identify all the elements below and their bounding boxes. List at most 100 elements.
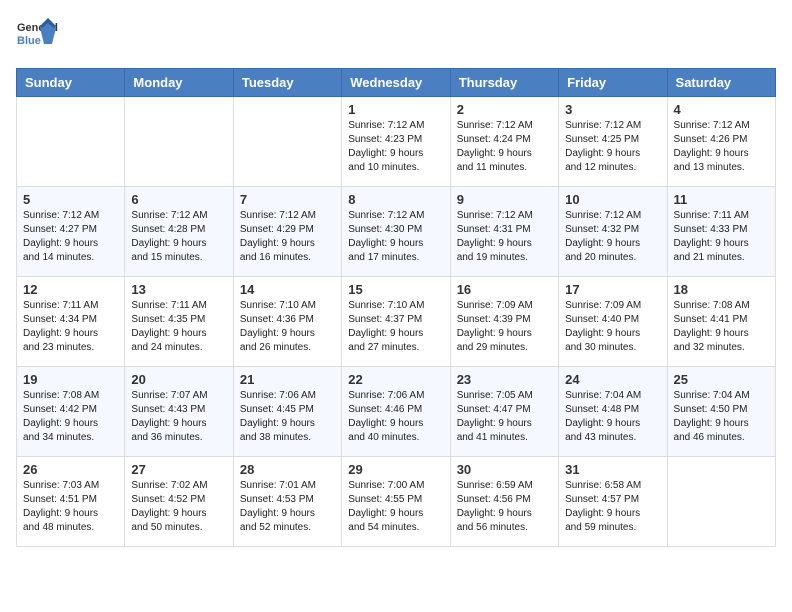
calendar-cell: 6Sunrise: 7:12 AM Sunset: 4:28 PM Daylig… bbox=[125, 187, 233, 277]
day-info: Sunrise: 7:12 AM Sunset: 4:32 PM Dayligh… bbox=[565, 209, 660, 265]
svg-text:Blue: Blue bbox=[17, 35, 41, 47]
day-info: Sunrise: 7:09 AM Sunset: 4:39 PM Dayligh… bbox=[457, 299, 552, 355]
calendar-cell: 3 Sunrise: 7:12 AM Sunset: 4:25 PM Daylig… bbox=[559, 97, 667, 187]
day-number: 28 bbox=[240, 462, 335, 477]
day-info: Sunrise: 7:02 AM Sunset: 4:52 PM Dayligh… bbox=[131, 479, 226, 535]
day-info: Sunrise: 7:00 AM Sunset: 4:55 PM Dayligh… bbox=[348, 479, 443, 535]
day-info: Sunrise: 7:06 AM Sunset: 4:46 PM Dayligh… bbox=[348, 389, 443, 445]
weekday-header-sunday: Sunday bbox=[17, 69, 125, 97]
day-number: 1 bbox=[348, 102, 443, 117]
day-info: Sunrise: 7:06 AM Sunset: 4:45 PM Dayligh… bbox=[240, 389, 335, 445]
day-info: Sunrise: 7:12 AM Sunset: 4:27 PM Dayligh… bbox=[23, 209, 118, 265]
calendar-cell: 18 Sunrise: 7:08 AM Sunset: 4:41 PM Dayli… bbox=[667, 277, 775, 367]
calendar-cell: 9 Sunrise: 7:12 AM Sunset: 4:31 PM Daylig… bbox=[450, 187, 558, 277]
calendar-cell: 14 Sunrise: 7:10 AM Sunset: 4:36 PM Dayli… bbox=[233, 277, 341, 367]
day-number: 30 bbox=[457, 462, 552, 477]
day-number: 21 bbox=[240, 372, 335, 387]
day-info: Sunrise: 7:08 AM Sunset: 4:41 PM Dayligh… bbox=[674, 299, 769, 355]
calendar-cell: 12 Sunrise: 7:11 AM Sunset: 4:34 PM Dayli… bbox=[17, 277, 125, 367]
calendar-week-1: 1 Sunrise: 7:12 AM Sunset: 4:23 PM Daylig… bbox=[17, 97, 776, 187]
day-number: 4 bbox=[674, 102, 769, 117]
day-number: 18 bbox=[674, 282, 769, 297]
day-info: Sunrise: 7:12 AM Sunset: 4:25 PM Dayligh… bbox=[565, 119, 660, 175]
day-number: 24 bbox=[565, 372, 660, 387]
calendar-cell: 24 Sunrise: 7:04 AM Sunset: 4:48 PM Dayli… bbox=[559, 367, 667, 457]
day-info: Sunrise: 7:12 AM Sunset: 4:29 PM Dayligh… bbox=[240, 209, 335, 265]
day-number: 20 bbox=[131, 372, 226, 387]
calendar-cell: 10 Sunrise: 7:12 AM Sunset: 4:32 PM Dayli… bbox=[559, 187, 667, 277]
day-info: Sunrise: 7:04 AM Sunset: 4:48 PM Dayligh… bbox=[565, 389, 660, 445]
calendar-cell: 28 Sunrise: 7:01 AM Sunset: 4:53 PM Dayli… bbox=[233, 457, 341, 547]
day-info: Sunrise: 7:12 AM Sunset: 4:23 PM Dayligh… bbox=[348, 119, 443, 175]
day-info: Sunrise: 7:05 AM Sunset: 4:47 PM Dayligh… bbox=[457, 389, 552, 445]
day-number: 16 bbox=[457, 282, 552, 297]
calendar-cell: 19 Sunrise: 7:08 AM Sunset: 4:42 PM Dayli… bbox=[17, 367, 125, 457]
calendar-cell: 23 Sunrise: 7:05 AM Sunset: 4:47 PM Dayli… bbox=[450, 367, 558, 457]
day-number: 8 bbox=[348, 192, 443, 207]
calendar-cell bbox=[233, 97, 341, 187]
calendar-cell: 17 Sunrise: 7:09 AM Sunset: 4:40 PM Dayli… bbox=[559, 277, 667, 367]
day-number: 17 bbox=[565, 282, 660, 297]
day-info: Sunrise: 7:12 AM Sunset: 4:26 PM Dayligh… bbox=[674, 119, 769, 175]
day-number: 3 bbox=[565, 102, 660, 117]
calendar-cell bbox=[667, 457, 775, 547]
weekday-header-wednesday: Wednesday bbox=[342, 69, 450, 97]
day-info: Sunrise: 6:59 AM Sunset: 4:56 PM Dayligh… bbox=[457, 479, 552, 535]
day-info: Sunrise: 7:09 AM Sunset: 4:40 PM Dayligh… bbox=[565, 299, 660, 355]
calendar-cell: 30 Sunrise: 6:59 AM Sunset: 4:56 PM Dayli… bbox=[450, 457, 558, 547]
day-number: 27 bbox=[131, 462, 226, 477]
day-number: 23 bbox=[457, 372, 552, 387]
calendar-cell: 21 Sunrise: 7:06 AM Sunset: 4:45 PM Dayli… bbox=[233, 367, 341, 457]
day-info: Sunrise: 7:12 AM Sunset: 4:30 PM Dayligh… bbox=[348, 209, 443, 265]
day-info: Sunrise: 7:08 AM Sunset: 4:42 PM Dayligh… bbox=[23, 389, 118, 445]
calendar-cell: 11Sunrise: 7:11 AM Sunset: 4:33 PM Dayli… bbox=[667, 187, 775, 277]
calendar-cell: 13Sunrise: 7:11 AM Sunset: 4:35 PM Dayli… bbox=[125, 277, 233, 367]
calendar-cell: 15 Sunrise: 7:10 AM Sunset: 4:37 PM Dayli… bbox=[342, 277, 450, 367]
calendar-cell: 16 Sunrise: 7:09 AM Sunset: 4:39 PM Dayli… bbox=[450, 277, 558, 367]
day-number: 2 bbox=[457, 102, 552, 117]
day-info: Sunrise: 7:12 AM Sunset: 4:31 PM Dayligh… bbox=[457, 209, 552, 265]
logo-svg: General Blue bbox=[16, 16, 58, 58]
calendar-cell: 29 Sunrise: 7:00 AM Sunset: 4:55 PM Dayli… bbox=[342, 457, 450, 547]
day-number: 11 bbox=[674, 192, 769, 207]
weekday-header-row: SundayMondayTuesdayWednesdayThursdayFrid… bbox=[17, 69, 776, 97]
calendar-cell bbox=[17, 97, 125, 187]
calendar-week-2: 5Sunrise: 7:12 AM Sunset: 4:27 PM Daylig… bbox=[17, 187, 776, 277]
day-number: 15 bbox=[348, 282, 443, 297]
logo: General Blue bbox=[16, 16, 58, 58]
calendar-week-4: 19 Sunrise: 7:08 AM Sunset: 4:42 PM Dayli… bbox=[17, 367, 776, 457]
day-info: Sunrise: 7:10 AM Sunset: 4:37 PM Dayligh… bbox=[348, 299, 443, 355]
day-number: 14 bbox=[240, 282, 335, 297]
day-number: 10 bbox=[565, 192, 660, 207]
calendar-week-3: 12 Sunrise: 7:11 AM Sunset: 4:34 PM Dayli… bbox=[17, 277, 776, 367]
calendar-cell: 5Sunrise: 7:12 AM Sunset: 4:27 PM Daylig… bbox=[17, 187, 125, 277]
calendar-cell: 26Sunrise: 7:03 AM Sunset: 4:51 PM Dayli… bbox=[17, 457, 125, 547]
day-info: Sunrise: 7:07 AM Sunset: 4:43 PM Dayligh… bbox=[131, 389, 226, 445]
day-number: 19 bbox=[23, 372, 118, 387]
day-number: 9 bbox=[457, 192, 552, 207]
calendar-cell bbox=[125, 97, 233, 187]
weekday-header-friday: Friday bbox=[559, 69, 667, 97]
page-header: General Blue bbox=[16, 16, 776, 58]
day-number: 7 bbox=[240, 192, 335, 207]
calendar-cell: 31Sunrise: 6:58 AM Sunset: 4:57 PM Dayli… bbox=[559, 457, 667, 547]
weekday-header-saturday: Saturday bbox=[667, 69, 775, 97]
calendar-cell: 1 Sunrise: 7:12 AM Sunset: 4:23 PM Daylig… bbox=[342, 97, 450, 187]
weekday-header-thursday: Thursday bbox=[450, 69, 558, 97]
day-number: 26 bbox=[23, 462, 118, 477]
day-info: Sunrise: 7:12 AM Sunset: 4:28 PM Dayligh… bbox=[131, 209, 226, 265]
day-info: Sunrise: 7:12 AM Sunset: 4:24 PM Dayligh… bbox=[457, 119, 552, 175]
day-info: Sunrise: 6:58 AM Sunset: 4:57 PM Dayligh… bbox=[565, 479, 660, 535]
day-number: 22 bbox=[348, 372, 443, 387]
calendar-cell: 22 Sunrise: 7:06 AM Sunset: 4:46 PM Dayli… bbox=[342, 367, 450, 457]
day-number: 25 bbox=[674, 372, 769, 387]
day-info: Sunrise: 7:01 AM Sunset: 4:53 PM Dayligh… bbox=[240, 479, 335, 535]
day-number: 29 bbox=[348, 462, 443, 477]
day-info: Sunrise: 7:10 AM Sunset: 4:36 PM Dayligh… bbox=[240, 299, 335, 355]
day-number: 12 bbox=[23, 282, 118, 297]
day-info: Sunrise: 7:11 AM Sunset: 4:34 PM Dayligh… bbox=[23, 299, 118, 355]
calendar-cell: 8 Sunrise: 7:12 AM Sunset: 4:30 PM Daylig… bbox=[342, 187, 450, 277]
calendar-cell: 4 Sunrise: 7:12 AM Sunset: 4:26 PM Daylig… bbox=[667, 97, 775, 187]
calendar-cell: 25Sunrise: 7:04 AM Sunset: 4:50 PM Dayli… bbox=[667, 367, 775, 457]
calendar-cell: 27 Sunrise: 7:02 AM Sunset: 4:52 PM Dayli… bbox=[125, 457, 233, 547]
